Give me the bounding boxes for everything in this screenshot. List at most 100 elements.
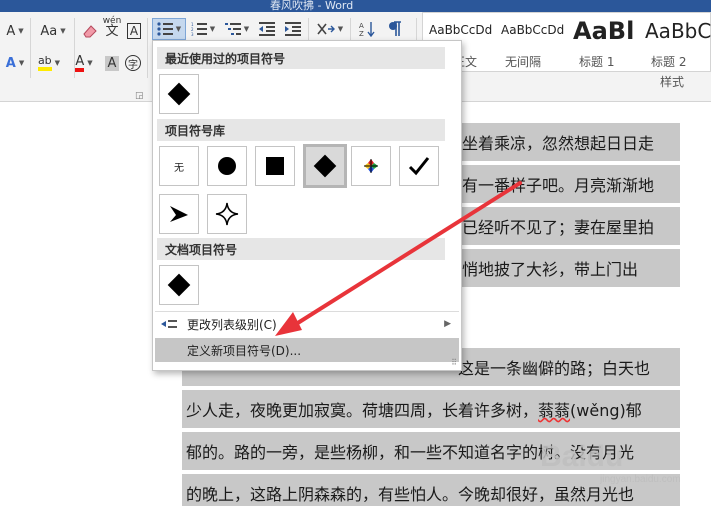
resize-grip-icon[interactable]: ⠿ [451, 358, 457, 367]
divider [147, 18, 148, 78]
change-list-level-item[interactable]: 更改列表级别(C) ▶ [155, 312, 459, 336]
svg-text:3: 3 [191, 32, 194, 36]
chevron-down-icon: ▼ [18, 27, 24, 35]
bullet-option-checkmark[interactable] [399, 146, 439, 186]
change-case-label: Aa [40, 23, 58, 39]
char-shading-button[interactable]: A [102, 52, 122, 74]
char-border-label: A [126, 23, 142, 39]
chevron-down-icon: ▼ [54, 59, 61, 67]
paragraph-mark-icon [389, 21, 401, 36]
diamond-icon [313, 154, 337, 178]
style-sample: AaBl [573, 17, 635, 45]
change-list-level-label: 更改列表级别(C) [187, 317, 277, 332]
sort-button[interactable]: AZ [356, 18, 378, 40]
four-diamond-icon [364, 159, 378, 173]
style-sample: AaBbC [645, 19, 711, 43]
bullets-button[interactable]: ▼ [152, 18, 186, 40]
font-size-label: A [6, 23, 16, 39]
bullet-option-recent-diamond[interactable] [159, 74, 199, 114]
show-marks-button[interactable] [384, 18, 406, 40]
chevron-down-icon: ▼ [175, 25, 182, 33]
circle-icon [218, 157, 236, 175]
style-no-spacing[interactable]: AaBbCcDd 无间隔 [495, 13, 567, 73]
clear-format-button[interactable] [80, 20, 100, 42]
bullet-option-four-diamond[interactable] [351, 146, 391, 186]
increase-indent-icon [285, 22, 301, 36]
chevron-right-icon: ▶ [444, 319, 451, 329]
chinese-layout-icon [317, 23, 335, 35]
bullet-library-dropdown: 最近使用过的项目符号 项目符号库 无 文档项目符号 更改列表级别(C) ▶ 定义… [152, 40, 462, 371]
highlight-button[interactable]: ab ▼ [32, 52, 66, 74]
change-case-button[interactable]: Aa ▼ [36, 20, 70, 42]
multilevel-list-button[interactable]: ▼ [222, 18, 252, 40]
checkmark-icon [408, 157, 430, 176]
arrowhead-icon [170, 206, 188, 222]
style-name: 无间隔 [505, 55, 542, 69]
char-shading-label: A [104, 55, 120, 71]
font-color-button[interactable]: A ▼ [68, 52, 100, 74]
decrease-indent-button[interactable] [256, 18, 278, 40]
chevron-down-icon: ▼ [60, 27, 66, 35]
numbered-list-icon: 123 [191, 22, 207, 36]
divider [30, 18, 31, 78]
bullet-option-circle[interactable] [207, 146, 247, 186]
diamond-icon [167, 82, 191, 106]
increase-indent-button[interactable] [282, 18, 304, 40]
list-level-icon [161, 320, 177, 328]
bullet-option-arrowhead[interactable] [159, 194, 199, 234]
text-line[interactable]: 已经听不见了；妻在屋里拍 [458, 207, 680, 245]
chevron-down-icon: ▼ [209, 25, 216, 33]
svg-text:A: A [359, 22, 364, 30]
text-line[interactable]: 少人走，夜晚更加寂寞。荷塘四周，长着许多树， 蓊蓊 (wěng)郁 [182, 390, 680, 428]
font-color-label: A [75, 55, 85, 72]
bullet-option-document-diamond[interactable] [159, 265, 199, 305]
text-segment: (wěng)郁 [570, 401, 642, 420]
bullet-option-square[interactable] [255, 146, 295, 186]
font-dialog-launcher-icon[interactable]: ◲ [135, 91, 144, 101]
bullet-option-none[interactable]: 无 [159, 146, 199, 186]
eraser-icon [83, 25, 97, 38]
bullet-list-icon [157, 22, 173, 36]
none-label: 无 [174, 162, 184, 174]
document-bullets-header: 文档项目符号 [157, 238, 445, 260]
numbering-button[interactable]: 123 ▼ [188, 18, 218, 40]
style-heading-1[interactable]: AaBl 标题 1 [567, 13, 639, 73]
title-bar: 春风吹拂 - Word [0, 0, 711, 12]
bullet-library-header: 项目符号库 [157, 119, 445, 141]
style-name: 标题 1 [579, 55, 615, 69]
square-icon [266, 157, 284, 175]
four-point-star-icon [215, 202, 239, 226]
style-sample: AaBbCcDd [501, 23, 565, 37]
phonetic-guide-button[interactable]: wén 文 [102, 16, 122, 38]
style-gallery: AaBbCcDd 正文 AaBbCcDd 无间隔 AaBl 标题 1 AaBbC… [422, 12, 711, 72]
style-name: 标题 2 [651, 55, 687, 69]
diamond-icon [167, 273, 191, 297]
style-heading-2[interactable]: AaBbC 标题 2 [639, 13, 711, 73]
text-line[interactable]: 有一番样子吧。月亮渐渐地 [458, 165, 680, 203]
watermark: Baidu jingyan.baidu.com [540, 440, 700, 485]
decrease-indent-icon [259, 22, 275, 36]
multilevel-list-icon [224, 23, 241, 35]
text-segment: 少人走，夜晚更加寂寞。荷塘四周，长着许多树， [186, 401, 539, 420]
misspelled-word: 蓊蓊 [538, 401, 571, 420]
bullet-option-diamond[interactable] [303, 144, 347, 188]
chevron-down-icon: ▼ [87, 59, 93, 67]
chevron-down-icon: ▼ [243, 25, 250, 33]
text-line[interactable]: 坐着乘凉，忽然想起日日走 [458, 123, 680, 161]
styles-group-label: 样式 [660, 75, 685, 89]
chinese-layout-button[interactable]: ▼ [314, 18, 346, 40]
text-line[interactable]: 悄地披了大衫，带上门出 [458, 249, 680, 287]
phonetic-char: 文 [105, 24, 119, 39]
define-new-bullet-item[interactable]: 定义新项目符号(D)... [155, 338, 459, 362]
recent-bullets-header: 最近使用过的项目符号 [157, 47, 445, 69]
enclose-char-label: 字 [125, 55, 141, 71]
enclose-char-button[interactable]: 字 [123, 52, 143, 74]
bullet-option-star[interactable] [207, 194, 247, 234]
watermark-subtext: jingyan.baidu.com [600, 474, 681, 485]
char-border-button[interactable]: A [124, 20, 144, 42]
highlight-label: ab [37, 55, 52, 71]
font-size-button[interactable]: A ▼ [4, 20, 26, 42]
watermark-logo: Baidu [540, 440, 624, 473]
text-effect-button[interactable]: A ▼ [2, 52, 28, 74]
style-sample: AaBbCcDd [429, 23, 493, 37]
